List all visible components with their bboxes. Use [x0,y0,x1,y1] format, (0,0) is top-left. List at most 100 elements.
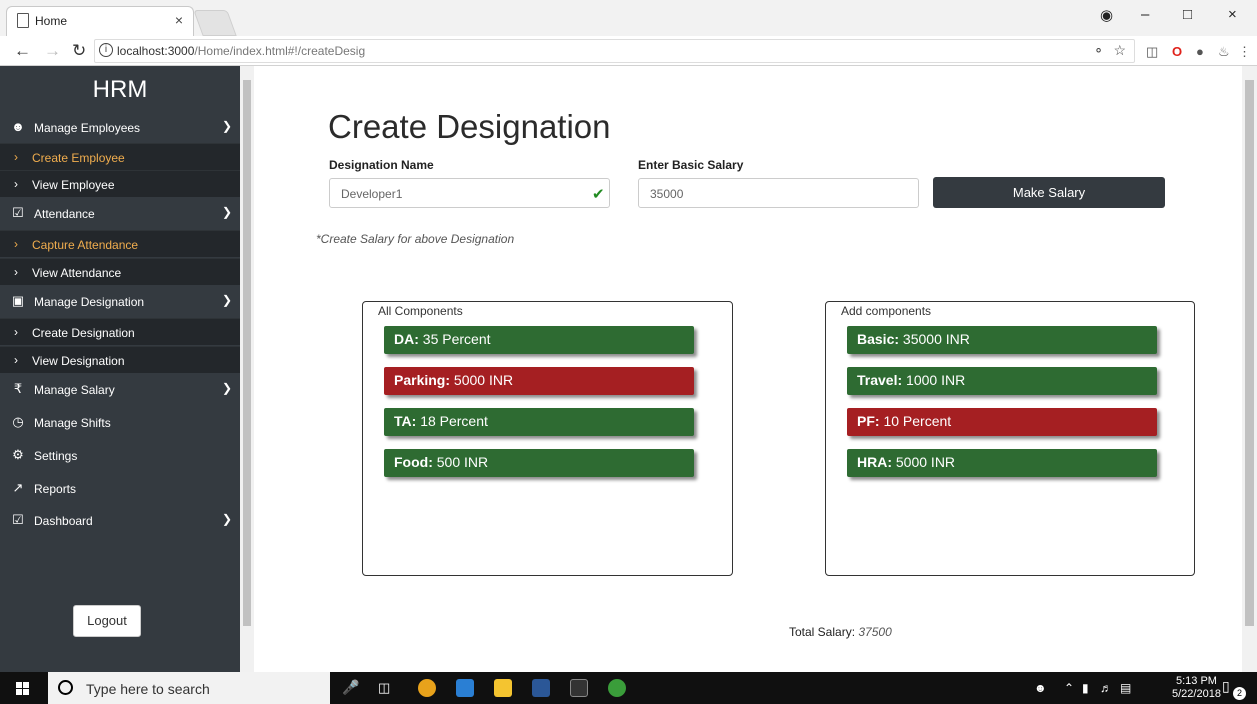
word-icon[interactable] [532,679,550,697]
address-bar[interactable]: i localhost:3000/Home/index.html#!/creat… [94,39,1135,63]
component-chip-travel[interactable]: Travel: 1000 INR [847,367,1157,395]
reload-icon[interactable]: ↻ [72,41,86,61]
sidebar-item-label: Manage Salary [34,383,115,397]
sidebar-item-manage-shifts[interactable]: ◷ Manage Shifts [0,408,240,438]
component-chip-hra[interactable]: HRA: 5000 INR [847,449,1157,477]
back-arrow-icon[interactable]: ← [14,41,31,61]
id-badge-icon: ▣ [11,293,25,308]
basic-salary-label: Enter Basic Salary [638,158,744,172]
volume-icon[interactable]: ♬ [1100,681,1112,695]
tab-close-icon[interactable]: × [175,12,183,28]
panel-title: All Components [378,304,463,318]
vscode-icon[interactable] [456,679,474,697]
total-salary-value: 37500 [858,625,892,639]
chevron-right-icon: › [14,150,18,164]
network-icon[interactable]: ▤ [1120,681,1131,695]
new-tab-button[interactable] [193,10,237,36]
taskbar-clock[interactable]: 5:13 PM 5/22/2018 [1172,675,1221,701]
chevron-right-icon: › [14,265,18,279]
sidebar-item-settings[interactable]: ⚙ Settings [0,441,240,471]
tray-expand-icon[interactable]: ⌃ [1064,681,1074,695]
sidebar-item-reports[interactable]: ↗ Reports [0,474,240,504]
chevron-right-icon: › [14,177,18,191]
component-name: PF: [857,413,880,429]
mongodb-icon[interactable] [608,679,626,697]
component-chip-ta[interactable]: TA: 18 Percent [384,408,694,436]
component-chip-da[interactable]: DA: 35 Percent [384,326,694,354]
battery-icon[interactable]: ▮ [1082,681,1089,695]
sidebar-scrollbar-thumb[interactable] [243,80,251,626]
sidebar-item-dashboard[interactable]: ☑ Dashboard ❯ [0,506,240,536]
browser-toolbar: ← → ↻ i localhost:3000/Home/index.html#!… [0,36,1257,66]
notification-icon[interactable]: ▯ [1222,678,1230,695]
bulb-extension-icon[interactable]: ♨ [1218,44,1230,60]
taskbar-search-input[interactable]: Type here to search [48,672,330,704]
component-value: 18 Percent [420,413,488,429]
chevron-right-icon: › [14,353,18,367]
basic-salary-input[interactable]: 35000 [638,178,919,208]
component-chip-parking[interactable]: Parking: 5000 INR [384,367,694,395]
logout-button[interactable]: Logout [73,605,141,637]
designation-name-input[interactable]: Developer1 ✔ [329,178,610,208]
forward-arrow-icon[interactable]: → [44,41,61,61]
sidebar-item-manage-employees[interactable]: ☻ Manage Employees ❯ [0,113,240,143]
opera-extension-icon[interactable]: O [1172,44,1182,59]
component-name: HRA: [857,454,892,470]
clock-date: 5/22/2018 [1172,688,1221,700]
microphone-icon[interactable]: 🎤 [342,679,359,696]
component-value: 5000 INR [895,454,956,470]
sidebar-item-attendance[interactable]: ☑ Attendance ❯ [0,199,240,229]
tab-title: Home [35,14,68,28]
basic-salary-value: 35000 [650,187,684,201]
star-icon[interactable]: ☆ [1113,42,1126,59]
menu-icon[interactable]: ⋮ [1238,44,1251,60]
gear-icon: ⚙ [12,447,24,462]
chrome-icon[interactable] [418,679,436,697]
key-icon[interactable]: ⚬ [1093,43,1104,59]
checkmark-icon: ✔ [592,186,605,203]
sidebar-item-create-employee[interactable]: › Create Employee [0,143,240,170]
info-icon[interactable]: i [99,43,113,57]
page-scrollbar-thumb[interactable] [1245,80,1254,626]
component-chip-basic[interactable]: Basic: 35000 INR [847,326,1157,354]
people-icon[interactable]: ☻ [1034,681,1047,695]
profile-icon[interactable]: ◉ [1100,6,1113,24]
sidebar-item-capture-attendance[interactable]: › Capture Attendance [0,230,240,257]
globe-extension-icon[interactable]: ● [1196,44,1204,59]
make-salary-button[interactable]: Make Salary [933,177,1165,208]
minimize-button[interactable]: – [1141,6,1149,23]
browser-tab[interactable]: Home × [6,6,194,36]
component-chip-food[interactable]: Food: 500 INR [384,449,694,477]
component-name: Basic: [857,331,900,347]
page-icon [17,13,29,28]
sidebar-item-label: Settings [34,449,78,463]
search-placeholder: Type here to search [86,681,210,697]
brand-title: HRM [92,76,148,103]
file-explorer-icon[interactable] [494,679,512,697]
terminal-icon[interactable] [570,679,588,697]
all-components-panel: All Components DA: 35 Percent Parking: 5… [362,301,733,576]
sidebar-item-label: Manage Shifts [34,416,111,430]
maximize-button[interactable]: □ [1183,6,1192,23]
chevron-right-icon: › [14,237,18,251]
component-name: Food: [394,454,433,470]
component-name: DA: [394,331,419,347]
task-view-icon[interactable]: ◫ [378,680,390,696]
sidebar-item-view-attendance[interactable]: › View Attendance [0,258,240,285]
sidebar-item-view-designation[interactable]: › View Designation [0,346,240,373]
sidebar-item-view-employee[interactable]: › View Employee [0,170,240,197]
sidebar-item-label: View Designation [32,354,125,368]
sidebar-item-create-designation[interactable]: › Create Designation [0,318,240,345]
sidebar-item-manage-designation[interactable]: ▣ Manage Designation ❯ [0,287,240,317]
windows-start-icon[interactable] [16,682,30,696]
sidebar: HRM ☻ Manage Employees ❯ › Create Employ… [0,66,240,672]
sidebar-item-manage-salary[interactable]: ₹ Manage Salary ❯ [0,375,240,405]
clock-icon: ◷ [12,414,24,429]
sidebar-item-label: Attendance [34,207,95,221]
shield-extension-icon[interactable]: ◫ [1146,44,1158,60]
close-window-button[interactable]: × [1228,6,1237,23]
chart-icon: ↗ [12,480,24,495]
total-salary: Total Salary: 37500 [789,625,892,639]
component-chip-pf[interactable]: PF: 10 Percent [847,408,1157,436]
designation-name-label: Designation Name [329,158,434,172]
